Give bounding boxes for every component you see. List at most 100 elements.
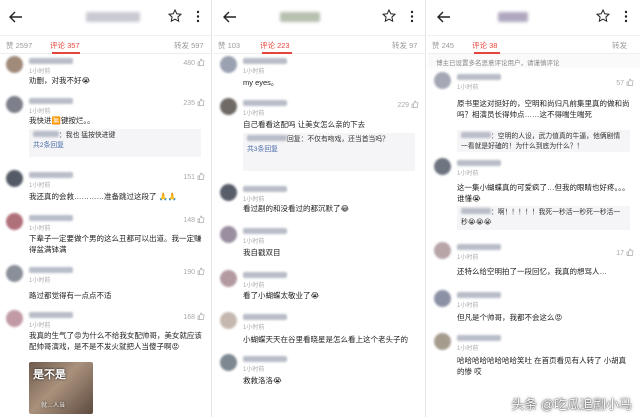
watermark-text: 头条 @吃瓜追剧小马 [511, 397, 632, 412]
reply-author-redacted [247, 135, 287, 141]
comment-text: 看了小蝴蝶太敬业了😭 [243, 291, 320, 300]
comment-text: 自己看看这配吗 让美女怎么亲的下去 [243, 120, 366, 129]
back-arrow-icon[interactable] [222, 9, 238, 25]
reply-preview[interactable]: ：我也 猛按快进键 共2条回复 [29, 129, 201, 157]
reply-count-link[interactable]: 共3条回复 [247, 146, 278, 153]
username-redacted [29, 215, 73, 221]
avatar [6, 56, 23, 73]
avatar [6, 213, 23, 230]
likes-tab[interactable]: 赞 245 [432, 40, 454, 51]
comment-time: 1小时前 [29, 109, 51, 115]
comment-text: 下辈子一定要做个男的这么丑都可以出道。我一定赚得盆满钵满 [29, 234, 202, 254]
reposts-tab[interactable]: 转发 597 [174, 40, 204, 51]
like-count[interactable]: 190 [183, 267, 205, 276]
back-arrow-icon[interactable] [436, 9, 452, 25]
username-redacted [29, 58, 73, 64]
star-icon[interactable] [382, 9, 396, 23]
like-count[interactable]: 17 [616, 248, 634, 257]
like-count[interactable]: 229 [397, 100, 419, 109]
like-count[interactable]: 151 [183, 172, 205, 181]
thumb-up-icon [197, 215, 205, 223]
comment-text: 看过剧的和没看过的都沉默了😂 [243, 204, 350, 213]
username-redacted [29, 312, 73, 318]
stats-bar: 赞 245 评论 38 转发 [428, 36, 640, 54]
star-icon[interactable] [596, 9, 610, 23]
username-redacted [243, 314, 287, 320]
likes-tab[interactable]: 赞 2597 [6, 40, 32, 51]
comment-text: 救救洛洛😭 [243, 376, 282, 385]
reply-preview[interactable]: ：啊！！！！！我死一秒活一秒死一秒活一秒😭😭😭 [457, 206, 630, 230]
avatar [6, 265, 23, 282]
thumb-up-icon [411, 100, 419, 108]
comment-text: 路过都觉得有一点点不适 [29, 291, 112, 300]
like-count[interactable]: 480 [183, 58, 205, 67]
like-count[interactable]: 168 [183, 312, 205, 321]
star-icon[interactable] [168, 9, 182, 23]
comment-text: 我还真的会救…………准备跳过这段了 🙏🙏 [29, 192, 178, 201]
thumb-up-icon [197, 98, 205, 106]
comment-time: 1小时前 [243, 111, 265, 117]
username-redacted [29, 98, 73, 104]
comment-text: 我快进🈚键按烂。。 [29, 116, 95, 125]
more-icon[interactable] [410, 10, 414, 23]
top-bar [428, 0, 640, 36]
comment-time: 1小时前 [243, 367, 265, 373]
reposts-tab[interactable]: 转发 97 [392, 40, 417, 51]
weibo-panel-3: 赞 245 评论 38 转发 博主已设置多名恶意评论用户，请谨慎评论 1小时前 … [428, 0, 640, 417]
comment-time: 1小时前 [243, 69, 265, 75]
avatar [434, 72, 451, 89]
username-redacted [457, 160, 501, 166]
weibo-panel-2: 赞 103 评论 223 转发 97 1小时前 my eyes。 1小时前 22… [214, 0, 426, 417]
avatar [220, 226, 237, 243]
username-redacted [243, 356, 287, 362]
top-bar [214, 0, 425, 36]
likes-tab[interactable]: 赞 103 [218, 40, 240, 51]
reply-text: ：我也 猛按快进键 [59, 132, 116, 139]
thumb-up-icon [626, 78, 634, 86]
reply-author-redacted [461, 132, 491, 138]
comment-time: 1小时前 [29, 183, 51, 189]
username-redacted [457, 74, 501, 80]
avatar [434, 290, 451, 307]
avatar [6, 96, 23, 113]
avatar [434, 333, 451, 350]
avatar [220, 354, 237, 371]
comments-tab[interactable]: 评论 223 [260, 40, 290, 51]
comment-notice: 博主已设置多名恶意评论用户，请谨慎评论 [428, 54, 640, 68]
like-count[interactable]: 148 [183, 215, 205, 224]
comment-time: 1小时前 [457, 255, 479, 261]
reply-preview[interactable]: ：空明的人设，武力值真的牛逼，他俩剧情一看就是好磕的！为什么到底为什么？！ [457, 130, 630, 152]
comment-image[interactable]: 是不是 就…人当 [29, 362, 93, 414]
comment-text: 这一集小蝴蝶真的可爱疯了…但我的眼睛也好疼。。。谁懂😭 [457, 183, 630, 203]
active-tab-underline [474, 52, 500, 54]
comment-text: 哈哈哈哈哈哈哈哈笑吐 在首页看见有人转了 小胡真的惨 哎 [457, 356, 627, 376]
like-count[interactable]: 57 [616, 78, 634, 87]
back-arrow-icon[interactable] [8, 9, 24, 25]
like-count[interactable]: 235 [183, 98, 205, 107]
reply-count-link[interactable]: 共2条回复 [33, 142, 64, 149]
avatar [434, 242, 451, 259]
username-redacted [457, 292, 501, 298]
avatar [434, 158, 451, 175]
avatar [220, 184, 237, 201]
comments-tab[interactable]: 评论 357 [50, 40, 80, 51]
reposts-tab[interactable]: 转发 [612, 40, 627, 51]
comment-text: 还特么给空明拍了一段回忆，我真的想骂人… [457, 267, 607, 276]
more-icon[interactable] [624, 10, 628, 23]
comment-time: 1小时前 [457, 85, 479, 91]
title-redacted [498, 12, 528, 22]
comments-tab[interactable]: 评论 38 [472, 40, 497, 51]
comment-time: 1小时前 [243, 239, 265, 245]
username-redacted [243, 186, 287, 192]
avatar [220, 270, 237, 287]
title-redacted [280, 12, 320, 22]
reply-preview[interactable]: 回复：不仅有吻戏，还当首当吗？ 共3条回复 [243, 133, 415, 171]
more-icon[interactable] [196, 10, 200, 23]
username-redacted [243, 100, 287, 106]
thumb-up-icon [197, 172, 205, 180]
thumb-up-icon [197, 312, 205, 320]
username-redacted [457, 244, 501, 250]
title-redacted [86, 12, 140, 22]
stats-bar: 赞 2597 评论 357 转发 597 [0, 36, 211, 54]
comment-text: 但凡是个帅哥，我都不会这么😡 [457, 313, 563, 322]
